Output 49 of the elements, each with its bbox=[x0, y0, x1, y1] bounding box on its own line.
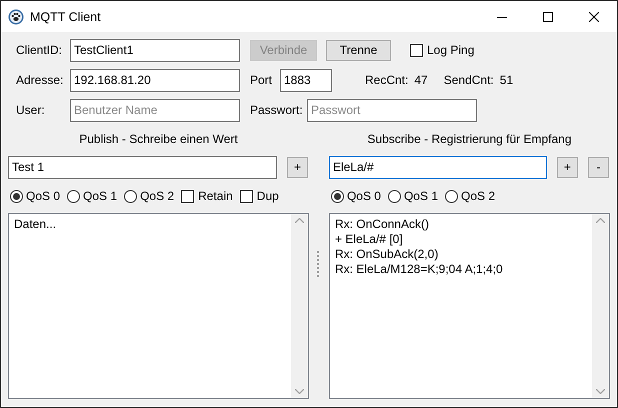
text-line: Rx: EleLa/M128=K;9;04 A;1;4;0 bbox=[334, 262, 504, 277]
text-area[interactable]: Daten... bbox=[8, 213, 309, 399]
radio-option[interactable]: QoS 1 bbox=[67, 189, 118, 203]
counter-value: 51 bbox=[500, 73, 514, 87]
radio-circle-icon[interactable] bbox=[388, 190, 401, 202]
field-label: ClientID: bbox=[15, 43, 64, 57]
radio-option[interactable]: QoS 0 bbox=[10, 189, 60, 203]
field-label: Adresse: bbox=[15, 73, 64, 87]
disconnect-button[interactable]: Trenne bbox=[326, 40, 391, 60]
paw-icon bbox=[8, 8, 24, 24]
section-title: Publish - Schreibe einen Wert bbox=[79, 132, 238, 146]
window-title: MQTT Client bbox=[30, 10, 102, 24]
radio-circle-icon[interactable] bbox=[10, 190, 23, 202]
text-area[interactable]: Rx: OnConnAck() + EleLa/# [0] Rx: OnSubAck(2,0) Rx: EleLa/M128=K;9;04 A;1;4;0 bbox=[328, 213, 610, 399]
topic-field[interactable]: EleLa/# bbox=[328, 156, 547, 178]
field-label: Port bbox=[249, 73, 274, 87]
section-title: Subscribe - Registrierung für Empfang bbox=[367, 132, 572, 146]
text-line: Rx: OnConnAck() bbox=[334, 217, 430, 232]
counter-label: SendCnt: bbox=[444, 73, 494, 87]
radio-option[interactable]: QoS 2 bbox=[445, 189, 496, 203]
password-field[interactable]: Passwort bbox=[307, 98, 477, 122]
radio-option[interactable]: QoS 2 bbox=[124, 189, 174, 203]
small-button[interactable]: + bbox=[556, 156, 578, 178]
radio-option[interactable]: QoS 0 bbox=[330, 189, 381, 203]
text-line: Daten... bbox=[14, 217, 58, 232]
address-field[interactable]: 192.168.81.20 bbox=[70, 68, 240, 92]
user-field[interactable]: Benutzer Name bbox=[70, 98, 240, 122]
radio-circle-icon[interactable] bbox=[67, 190, 80, 202]
radio-option[interactable]: QoS 1 bbox=[388, 189, 438, 203]
checkbox-icon[interactable] bbox=[181, 190, 194, 202]
small-button[interactable]: + bbox=[287, 156, 308, 178]
radio-circle-icon[interactable] bbox=[330, 190, 344, 202]
log-ping-checkbox[interactable]: Log Ping bbox=[410, 43, 474, 57]
splitter-grip-icon[interactable] bbox=[317, 251, 320, 279]
field-label: Passwort: bbox=[249, 103, 304, 117]
counter-label: RecCnt: bbox=[365, 73, 408, 87]
field-label: User: bbox=[15, 103, 46, 117]
checkbox-option[interactable]: Retain bbox=[181, 189, 233, 203]
radio-circle-icon[interactable] bbox=[445, 190, 458, 202]
small-button[interactable]: - bbox=[588, 156, 609, 178]
radio-circle-icon[interactable] bbox=[124, 190, 138, 202]
text-line: Rx: OnSubAck(2,0) bbox=[334, 247, 440, 262]
text-line: + EleLa/# [0] bbox=[334, 232, 404, 247]
checkbox-icon[interactable] bbox=[240, 190, 253, 202]
checkbox-option[interactable]: Dup bbox=[240, 189, 279, 203]
counter-value: 47 bbox=[414, 73, 428, 87]
port-field[interactable]: 1883 bbox=[280, 68, 332, 92]
client-id-field[interactable]: TestClient1 bbox=[70, 38, 240, 62]
topic-field[interactable]: Test 1 bbox=[8, 156, 277, 178]
